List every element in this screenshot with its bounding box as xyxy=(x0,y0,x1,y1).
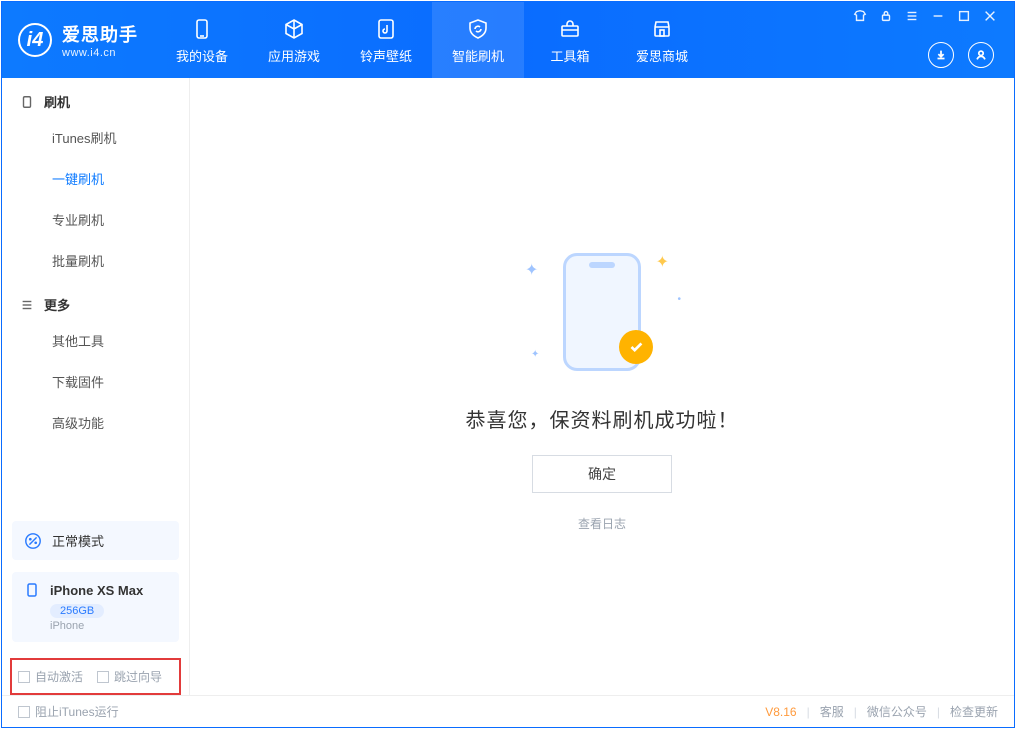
nav-label: 应用游戏 xyxy=(268,46,320,65)
device-type: iPhone xyxy=(50,620,167,632)
mode-card[interactable]: 正常模式 xyxy=(12,521,179,560)
sidebar: 刷机 iTunes刷机 一键刷机 专业刷机 批量刷机 更多 其他工具 下载固件 … xyxy=(2,78,190,695)
sidebar-group-more: 更多 xyxy=(2,281,189,320)
nav-label: 智能刷机 xyxy=(452,46,504,65)
success-message: 恭喜您，保资料刷机成功啦！ xyxy=(466,404,739,433)
sidebar-item-advanced[interactable]: 高级功能 xyxy=(2,402,189,443)
flash-options-highlight: 自动激活 跳过向导 xyxy=(10,658,181,695)
checkbox-label: 自动激活 xyxy=(35,668,83,685)
device-small-icon xyxy=(24,582,40,598)
nav-store[interactable]: 爱思商城 xyxy=(616,2,708,78)
view-log-link[interactable]: 查看日志 xyxy=(578,515,626,532)
sidebar-item-batch-flash[interactable]: 批量刷机 xyxy=(2,240,189,281)
close-button[interactable] xyxy=(982,8,998,24)
sidebar-item-itunes-flash[interactable]: iTunes刷机 xyxy=(2,117,189,158)
status-bar: 阻止iTunes运行 V8.16 | 客服 | 微信公众号 | 检查更新 xyxy=(2,695,1014,727)
sidebar-group-flash: 刷机 xyxy=(2,78,189,117)
app-header: i4 爱思助手 www.i4.cn 我的设备 应用游戏 铃声壁纸 智能刷机 xyxy=(2,2,1014,78)
shirt-icon[interactable] xyxy=(852,8,868,24)
app-url: www.i4.cn xyxy=(62,47,138,59)
sidebar-item-download-firmware[interactable]: 下载固件 xyxy=(2,361,189,402)
list-icon xyxy=(20,298,34,312)
device-icon xyxy=(189,16,215,42)
sidebar-item-other-tools[interactable]: 其他工具 xyxy=(2,320,189,361)
music-file-icon xyxy=(373,16,399,42)
nav-label: 我的设备 xyxy=(176,46,228,65)
window-controls xyxy=(852,2,1004,24)
nav-ringtone-wallpaper[interactable]: 铃声壁纸 xyxy=(340,2,432,78)
checkbox-auto-activate[interactable]: 自动激活 xyxy=(18,668,83,685)
check-update-link[interactable]: 检查更新 xyxy=(950,703,998,720)
nav-label: 爱思商城 xyxy=(636,46,688,65)
success-illustration: ✦✦✦• xyxy=(517,242,687,382)
app-name: 爱思助手 xyxy=(62,21,138,47)
device-name: iPhone XS Max xyxy=(50,583,143,598)
shield-refresh-icon xyxy=(465,16,491,42)
nav-label: 工具箱 xyxy=(550,46,589,65)
phone-small-icon xyxy=(20,95,34,109)
minimize-button[interactable] xyxy=(930,8,946,24)
nav-label: 铃声壁纸 xyxy=(360,46,412,65)
maximize-button[interactable] xyxy=(956,8,972,24)
nav-toolbox[interactable]: 工具箱 xyxy=(524,2,616,78)
menu-icon[interactable] xyxy=(904,8,920,24)
mode-icon xyxy=(24,532,42,550)
check-badge-icon xyxy=(619,330,653,364)
checkbox-skip-guide[interactable]: 跳过向导 xyxy=(97,668,162,685)
wechat-link[interactable]: 微信公众号 xyxy=(867,703,927,720)
customer-service-link[interactable]: 客服 xyxy=(820,703,844,720)
sidebar-group-title: 刷机 xyxy=(44,92,70,111)
download-button[interactable] xyxy=(928,42,954,68)
sidebar-group-title: 更多 xyxy=(44,295,70,314)
nav-smart-flash[interactable]: 智能刷机 xyxy=(432,2,524,78)
main-content: ✦✦✦• 恭喜您，保资料刷机成功啦！ 确定 查看日志 xyxy=(190,78,1014,695)
logo-icon: i4 xyxy=(18,23,52,57)
sidebar-item-oneclick-flash[interactable]: 一键刷机 xyxy=(2,158,189,199)
mode-label: 正常模式 xyxy=(52,531,104,550)
app-logo: i4 爱思助手 www.i4.cn xyxy=(2,2,156,78)
user-button[interactable] xyxy=(968,42,994,68)
main-nav: 我的设备 应用游戏 铃声壁纸 智能刷机 工具箱 爱思商城 xyxy=(156,2,708,78)
cube-icon xyxy=(281,16,307,42)
lock-icon[interactable] xyxy=(878,8,894,24)
nav-apps-games[interactable]: 应用游戏 xyxy=(248,2,340,78)
device-card[interactable]: iPhone XS Max 256GB iPhone xyxy=(12,572,179,642)
device-capacity: 256GB xyxy=(50,604,104,618)
checkbox-label: 跳过向导 xyxy=(114,668,162,685)
store-icon xyxy=(649,16,675,42)
nav-my-device[interactable]: 我的设备 xyxy=(156,2,248,78)
version-label: V8.16 xyxy=(765,705,796,719)
sidebar-item-pro-flash[interactable]: 专业刷机 xyxy=(2,199,189,240)
toolbox-icon xyxy=(557,16,583,42)
ok-button[interactable]: 确定 xyxy=(532,455,672,493)
checkbox-block-itunes[interactable]: 阻止iTunes运行 xyxy=(18,703,119,720)
checkbox-label: 阻止iTunes运行 xyxy=(35,703,119,720)
